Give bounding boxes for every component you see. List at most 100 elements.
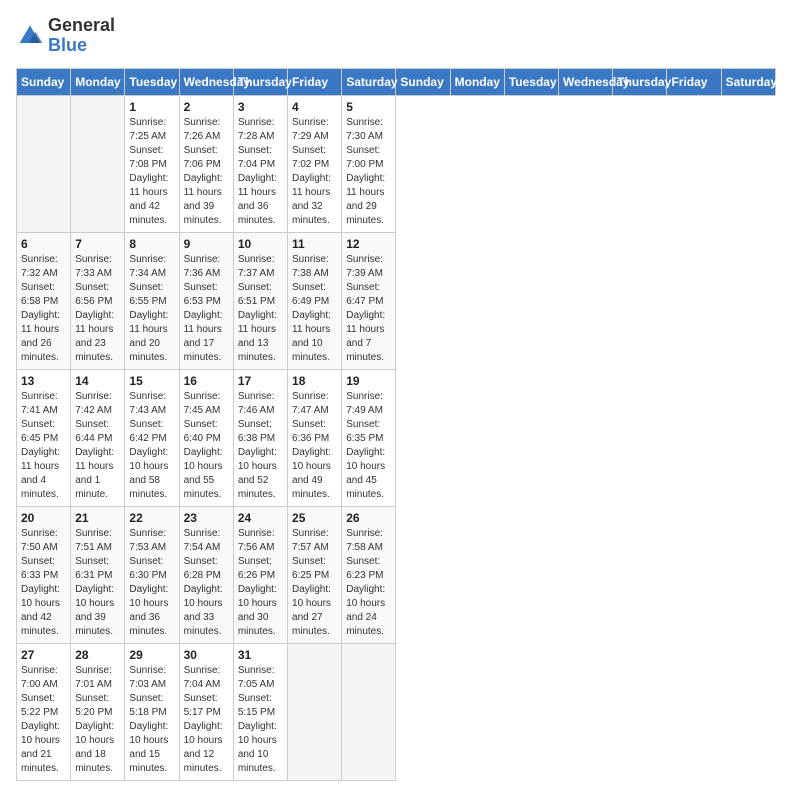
day-number: 24 — [238, 511, 283, 525]
day-info: Sunrise: 7:04 AMSunset: 5:17 PMDaylight:… — [184, 664, 229, 776]
header-saturday: Saturday — [342, 68, 396, 95]
day-info: Sunrise: 7:58 AMSunset: 6:23 PMDaylight:… — [346, 527, 391, 639]
day-number: 23 — [184, 511, 229, 525]
day-number: 22 — [129, 511, 174, 525]
day-info: Sunrise: 7:28 AMSunset: 7:04 PMDaylight:… — [238, 116, 283, 228]
calendar-cell: 19 Sunrise: 7:49 AMSunset: 6:35 PMDayligh… — [342, 369, 396, 506]
day-info: Sunrise: 7:42 AMSunset: 6:44 PMDaylight:… — [75, 390, 120, 502]
header-tuesday: Tuesday — [504, 68, 558, 95]
day-info: Sunrise: 7:29 AMSunset: 7:02 PMDaylight:… — [292, 116, 337, 228]
day-info: Sunrise: 7:26 AMSunset: 7:06 PMDaylight:… — [184, 116, 229, 228]
calendar-cell: 5 Sunrise: 7:30 AMSunset: 7:00 PMDaylight… — [342, 95, 396, 232]
day-number: 13 — [21, 374, 66, 388]
day-number: 29 — [129, 648, 174, 662]
day-number: 19 — [346, 374, 391, 388]
calendar-cell: 22 Sunrise: 7:53 AMSunset: 6:30 PMDayligh… — [125, 506, 179, 643]
calendar-week-row: 13 Sunrise: 7:41 AMSunset: 6:45 PMDayligh… — [17, 369, 776, 506]
calendar-cell: 18 Sunrise: 7:47 AMSunset: 6:36 PMDayligh… — [288, 369, 342, 506]
calendar-cell — [17, 95, 71, 232]
day-info: Sunrise: 7:43 AMSunset: 6:42 PMDaylight:… — [129, 390, 174, 502]
day-number: 8 — [129, 237, 174, 251]
day-info: Sunrise: 7:56 AMSunset: 6:26 PMDaylight:… — [238, 527, 283, 639]
header-thursday: Thursday — [613, 68, 667, 95]
day-info: Sunrise: 7:37 AMSunset: 6:51 PMDaylight:… — [238, 253, 283, 365]
page-header: General Blue — [16, 16, 776, 56]
calendar-cell: 4 Sunrise: 7:29 AMSunset: 7:02 PMDaylight… — [288, 95, 342, 232]
day-info: Sunrise: 7:49 AMSunset: 6:35 PMDaylight:… — [346, 390, 391, 502]
day-number: 17 — [238, 374, 283, 388]
calendar-cell — [342, 643, 396, 780]
header-tuesday: Tuesday — [125, 68, 179, 95]
logo: General Blue — [16, 16, 115, 56]
day-number: 18 — [292, 374, 337, 388]
day-number: 15 — [129, 374, 174, 388]
calendar-cell: 13 Sunrise: 7:41 AMSunset: 6:45 PMDayligh… — [17, 369, 71, 506]
calendar-header-row: SundayMondayTuesdayWednesdayThursdayFrid… — [17, 68, 776, 95]
day-info: Sunrise: 7:33 AMSunset: 6:56 PMDaylight:… — [75, 253, 120, 365]
calendar-cell: 20 Sunrise: 7:50 AMSunset: 6:33 PMDayligh… — [17, 506, 71, 643]
day-number: 21 — [75, 511, 120, 525]
day-info: Sunrise: 7:46 AMSunset: 6:38 PMDaylight:… — [238, 390, 283, 502]
day-number: 12 — [346, 237, 391, 251]
calendar-cell — [288, 643, 342, 780]
day-info: Sunrise: 7:25 AMSunset: 7:08 PMDaylight:… — [129, 116, 174, 228]
calendar-cell: 28Sunrise: 7:01 AMSunset: 5:20 PMDayligh… — [71, 643, 125, 780]
calendar-week-row: 20 Sunrise: 7:50 AMSunset: 6:33 PMDayligh… — [17, 506, 776, 643]
calendar-cell: 26Sunrise: 7:58 AMSunset: 6:23 PMDayligh… — [342, 506, 396, 643]
day-info: Sunrise: 7:00 AMSunset: 5:22 PMDaylight:… — [21, 664, 66, 776]
day-info: Sunrise: 7:39 AMSunset: 6:47 PMDaylight:… — [346, 253, 391, 365]
day-number: 30 — [184, 648, 229, 662]
header-saturday: Saturday — [721, 68, 775, 95]
calendar-table: SundayMondayTuesdayWednesdayThursdayFrid… — [16, 68, 776, 781]
header-sunday: Sunday — [17, 68, 71, 95]
calendar-cell: 3 Sunrise: 7:28 AMSunset: 7:04 PMDaylight… — [233, 95, 287, 232]
day-number: 14 — [75, 374, 120, 388]
calendar-cell: 27 Sunrise: 7:00 AMSunset: 5:22 PMDayligh… — [17, 643, 71, 780]
day-info: Sunrise: 7:36 AMSunset: 6:53 PMDaylight:… — [184, 253, 229, 365]
day-info: Sunrise: 7:50 AMSunset: 6:33 PMDaylight:… — [21, 527, 66, 639]
calendar-cell: 24 Sunrise: 7:56 AMSunset: 6:26 PMDayligh… — [233, 506, 287, 643]
day-info: Sunrise: 7:32 AMSunset: 6:58 PMDaylight:… — [21, 253, 66, 365]
day-number: 5 — [346, 100, 391, 114]
day-number: 11 — [292, 237, 337, 251]
day-number: 3 — [238, 100, 283, 114]
day-info: Sunrise: 7:53 AMSunset: 6:30 PMDaylight:… — [129, 527, 174, 639]
day-number: 9 — [184, 237, 229, 251]
calendar-cell: 9 Sunrise: 7:36 AMSunset: 6:53 PMDaylight… — [179, 232, 233, 369]
day-info: Sunrise: 7:57 AMSunset: 6:25 PMDaylight:… — [292, 527, 337, 639]
calendar-cell: 7Sunrise: 7:33 AMSunset: 6:56 PMDaylight… — [71, 232, 125, 369]
day-info: Sunrise: 7:38 AMSunset: 6:49 PMDaylight:… — [292, 253, 337, 365]
day-number: 2 — [184, 100, 229, 114]
calendar-cell: 16 Sunrise: 7:45 AMSunset: 6:40 PMDayligh… — [179, 369, 233, 506]
day-number: 27 — [21, 648, 66, 662]
calendar-cell: 23 Sunrise: 7:54 AMSunset: 6:28 PMDayligh… — [179, 506, 233, 643]
day-number: 28 — [75, 648, 120, 662]
calendar-cell: 6 Sunrise: 7:32 AMSunset: 6:58 PMDaylight… — [17, 232, 71, 369]
calendar-cell: 17 Sunrise: 7:46 AMSunset: 6:38 PMDayligh… — [233, 369, 287, 506]
calendar-cell: 11 Sunrise: 7:38 AMSunset: 6:49 PMDayligh… — [288, 232, 342, 369]
calendar-cell — [71, 95, 125, 232]
day-info: Sunrise: 7:41 AMSunset: 6:45 PMDaylight:… — [21, 390, 66, 502]
day-number: 20 — [21, 511, 66, 525]
header-friday: Friday — [288, 68, 342, 95]
day-info: Sunrise: 7:30 AMSunset: 7:00 PMDaylight:… — [346, 116, 391, 228]
day-number: 10 — [238, 237, 283, 251]
day-info: Sunrise: 7:03 AMSunset: 5:18 PMDaylight:… — [129, 664, 174, 776]
day-number: 4 — [292, 100, 337, 114]
header-thursday: Thursday — [233, 68, 287, 95]
header-sunday: Sunday — [396, 68, 450, 95]
day-info: Sunrise: 7:45 AMSunset: 6:40 PMDaylight:… — [184, 390, 229, 502]
day-number: 31 — [238, 648, 283, 662]
day-info: Sunrise: 7:54 AMSunset: 6:28 PMDaylight:… — [184, 527, 229, 639]
logo-text: General Blue — [48, 16, 115, 56]
day-number: 1 — [129, 100, 174, 114]
calendar-cell: 1 Sunrise: 7:25 AMSunset: 7:08 PMDaylight… — [125, 95, 179, 232]
day-number: 16 — [184, 374, 229, 388]
day-info: Sunrise: 7:34 AMSunset: 6:55 PMDaylight:… — [129, 253, 174, 365]
calendar-cell: 12 Sunrise: 7:39 AMSunset: 6:47 PMDayligh… — [342, 232, 396, 369]
calendar-cell: 31 Sunrise: 7:05 AMSunset: 5:15 PMDayligh… — [233, 643, 287, 780]
day-number: 6 — [21, 237, 66, 251]
day-info: Sunrise: 7:05 AMSunset: 5:15 PMDaylight:… — [238, 664, 283, 776]
calendar-week-row: 6 Sunrise: 7:32 AMSunset: 6:58 PMDaylight… — [17, 232, 776, 369]
day-info: Sunrise: 7:47 AMSunset: 6:36 PMDaylight:… — [292, 390, 337, 502]
